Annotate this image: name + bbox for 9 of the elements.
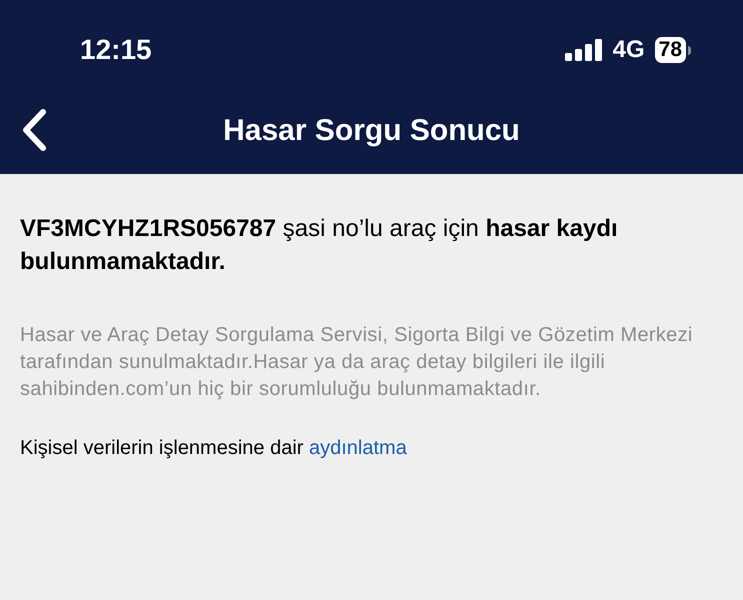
network-label: 4G — [612, 35, 645, 65]
disclaimer-text: Hasar ve Araç Detay Sorgulama Servisi, Sigorta Bilgi ve Gözetim Merkezi tarafından sunulmaktadır.Hasar ya da araç detay bilgileri ile ilgili sahibinden.com’un hiç bir sorumluluğu bulunmamaktadır. — [20, 323, 694, 402]
privacy-link[interactable]: aydınlatma — [309, 437, 407, 459]
privacy-text: Kişisel verilerin işlenmesine dair — [20, 437, 304, 459]
status-time: 12:15 — [80, 33, 152, 67]
signal-icon — [564, 39, 603, 61]
page-title: Hasar Sorgu Sonucu — [223, 112, 520, 148]
back-chevron-icon — [21, 109, 47, 151]
result-message: VF3MCYHZ1RS056787 şasi no’lu araç için hasar kaydı bulunmamaktadır. — [20, 214, 619, 277]
